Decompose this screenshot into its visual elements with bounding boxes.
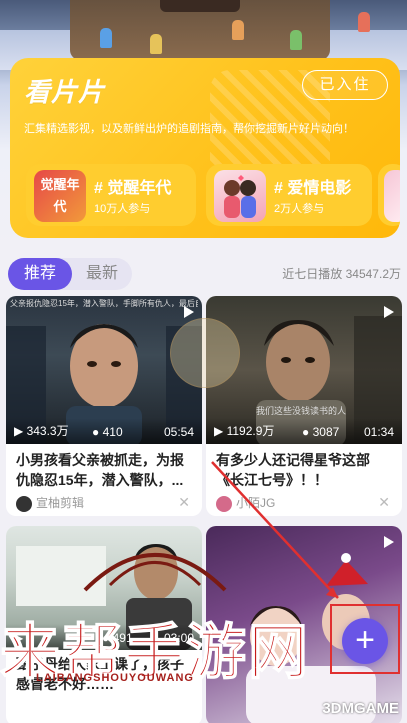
comments-stat: ● 410 <box>92 425 123 439</box>
card-description: 汇集精选影视，以及新鲜出炉的追剧指南，帮你挖掘新片好片动向！ <box>24 123 354 135</box>
duration: 05:54 <box>163 425 194 439</box>
comments-stat: ● 3087 <box>302 425 340 439</box>
feed-tabs: 推荐 最新 <box>8 258 132 290</box>
video-title[interactable]: 有多少人还记得星爷这部《长江七号》！！ <box>216 450 396 490</box>
comments-count: 410 <box>102 425 123 439</box>
topic-chip[interactable]: 觉醒年代 # 觉醒年代 10万人参与 <box>26 164 196 226</box>
hero-figure <box>232 20 244 40</box>
video-thumbnail[interactable]: 父亲报仇隐忍15年，潜入警队，手脚所有仇人，最后自己自首 ▶ 343.3万 ● … <box>6 296 202 444</box>
video-stats: ▶ 1192.9万 ● 3087 01:34 <box>206 418 402 444</box>
comments-count: 3087 <box>312 425 340 439</box>
hero-figure <box>358 12 370 32</box>
plus-icon: + <box>355 621 375 659</box>
author-avatar <box>216 495 232 512</box>
hero-sign <box>160 0 240 12</box>
play-icon <box>384 536 394 548</box>
close-icon[interactable]: ✕ <box>178 494 190 511</box>
hero-figure <box>150 34 162 54</box>
video-title[interactable]: 小男孩看父亲被抓走，为报仇隐忍15年，潜入警队，... <box>16 450 196 490</box>
tab-latest[interactable]: 最新 <box>72 258 132 290</box>
topic-thumbnail <box>384 170 400 222</box>
duration: 01:34 <box>363 425 394 439</box>
topic-chip-partial[interactable] <box>378 164 400 226</box>
watermark-roof-icon <box>83 553 227 592</box>
hero-figure <box>100 28 112 48</box>
author-name: 小陌JG <box>236 496 276 510</box>
play-icon <box>384 306 394 318</box>
video-author[interactable]: 宣柚剪辑 <box>16 494 84 512</box>
watermark-emblem <box>170 318 240 388</box>
hero-figure <box>290 30 302 50</box>
join-button[interactable]: 已入住 <box>302 70 388 100</box>
weekly-plays: 近七日播放 34547.2万 <box>282 267 401 281</box>
feature-card: 看片片 已入住 汇集精选影视，以及新鲜出炉的追剧指南，帮你挖掘新片好片动向！ 觉… <box>10 58 400 238</box>
views-stat: ▶ 343.3万 <box>14 424 69 438</box>
tab-recommended[interactable]: 推荐 <box>8 258 72 290</box>
create-post-button[interactable]: + <box>342 618 388 664</box>
video-card[interactable]: 我们这些没钱读书的人 ▶ 1192.9万 ● 3087 01:34 有多少人还记… <box>206 296 402 516</box>
topic-thumbnail-text: 觉醒年代 <box>40 177 80 214</box>
author-avatar <box>16 495 32 512</box>
video-author[interactable]: 小陌JG <box>216 494 275 512</box>
play-icon <box>184 306 194 318</box>
topic-name: # 觉醒年代 <box>94 180 172 197</box>
views-count: 343.3万 <box>26 424 69 438</box>
site-watermark: 3DMGAME <box>322 700 399 717</box>
topic-name: # 爱情电影 <box>274 180 352 197</box>
video-card[interactable]: 父亲报仇隐忍15年，潜入警队，手脚所有仇人，最后自己自首 ▶ 343.3万 ● … <box>6 296 202 516</box>
topic-count: 2万人参与 <box>274 203 325 215</box>
video-stats: ▶ 343.3万 ● 410 05:54 <box>6 418 202 444</box>
views-count: 1192.9万 <box>226 424 275 438</box>
topic-thumbnail <box>214 170 266 222</box>
video-overlay-text: 我们这些没钱读书的人 <box>256 406 347 416</box>
views-stat: ▶ 1192.9万 <box>214 424 275 438</box>
watermark-subtext: LAIBANGSHOUYOUWANG <box>36 672 194 684</box>
card-title: 看片片 <box>24 77 106 107</box>
topic-thumbnail: 觉醒年代 <box>34 170 86 222</box>
topic-chip[interactable]: # 爱情电影 2万人参与 <box>206 164 372 226</box>
author-name: 宣柚剪辑 <box>36 496 85 510</box>
couple-illustration-icon <box>224 175 256 218</box>
topic-count: 10万人参与 <box>94 203 151 215</box>
close-icon[interactable]: ✕ <box>378 494 390 511</box>
